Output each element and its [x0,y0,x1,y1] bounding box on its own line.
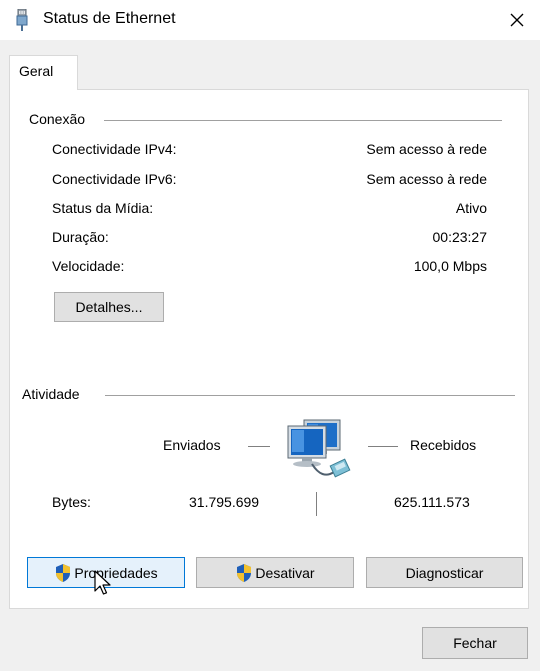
ipv4-label: Conectividade IPv4: [52,141,177,157]
ethernet-plug-icon [16,9,28,31]
disable-button[interactable]: Desativar [196,557,354,588]
diagnose-label: Diagnosticar [405,564,484,581]
activity-divider [105,395,515,396]
diagnose-button[interactable]: Diagnosticar [366,557,523,588]
details-button[interactable]: Detalhes... [54,292,164,322]
received-label: Recebidos [410,437,477,453]
tab-geral[interactable]: Geral [9,55,78,90]
window-title: Status de Ethernet [43,10,176,27]
properties-label: Propriedades [74,564,158,581]
duration-label: Duração: [52,229,109,245]
bytes-label: Bytes: [52,494,91,510]
activity-group-label: Atividade [22,386,80,402]
mouse-cursor-icon [94,570,111,595]
received-connector [368,446,398,447]
bytes-divider [316,492,317,516]
bytes-received-value: 625.111.573 [394,494,470,510]
sent-connector [248,446,270,447]
title-bar: Status de Ethernet [0,0,540,40]
close-window-button[interactable] [494,0,540,40]
tab-panel [9,89,529,609]
ipv4-value: Sem acesso à rede [366,141,487,157]
shield-icon [237,563,252,582]
close-label: Fechar [453,635,497,651]
speed-value: 100,0 Mbps [413,258,487,274]
duration-value: 00:23:27 [432,229,488,245]
media-status-value: Ativo [455,200,487,216]
close-button[interactable]: Fechar [422,627,528,659]
ipv6-label: Conectividade IPv6: [52,171,177,187]
speed-label: Velocidade: [52,258,125,274]
connection-divider [104,120,502,121]
media-status-label: Status da Mídia: [52,200,154,216]
sent-label: Enviados [163,437,221,453]
tab-label: Geral [19,63,54,79]
shield-icon [56,563,71,582]
network-computers-icon [287,419,351,478]
connection-group-label: Conexão [29,111,86,127]
close-icon [510,13,524,27]
ipv6-value: Sem acesso à rede [366,171,487,187]
disable-label: Desativar [255,564,315,581]
bytes-sent-value: 31.795.699 [189,494,260,510]
